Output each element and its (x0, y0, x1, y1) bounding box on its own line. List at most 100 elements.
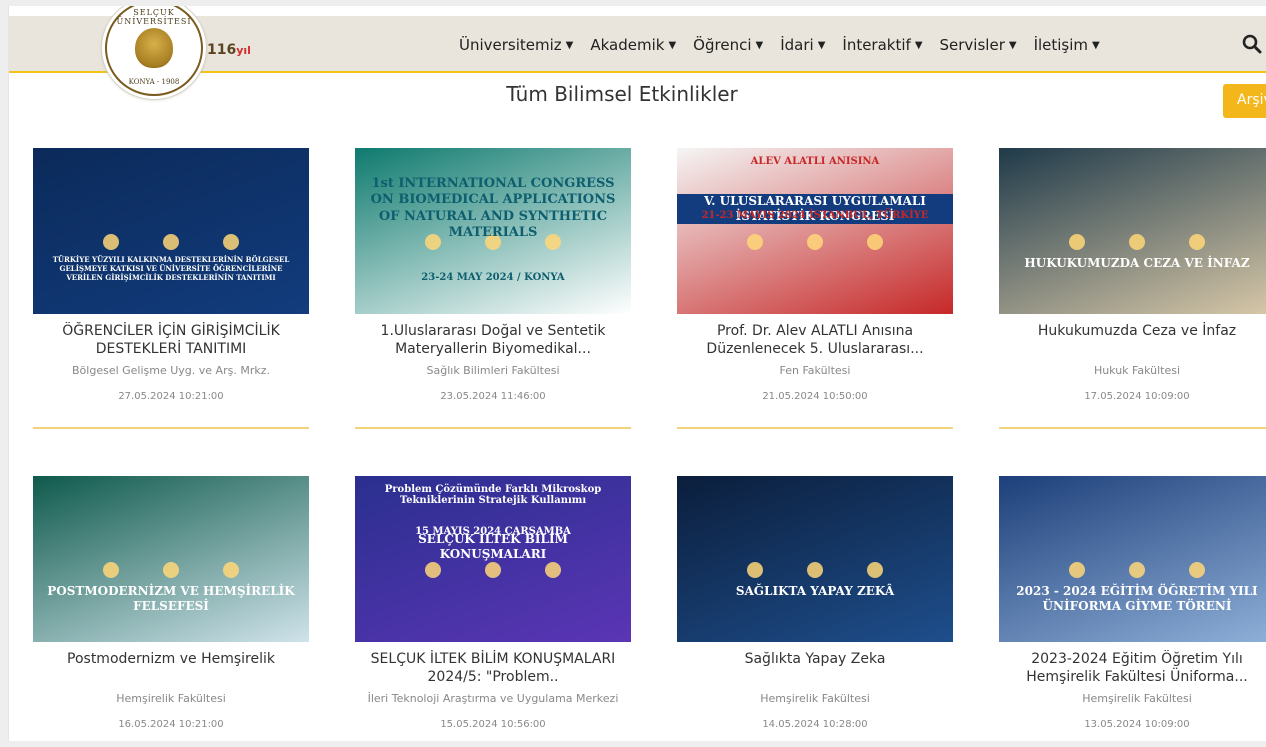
event-date: 14.05.2024 10:28:00 (762, 719, 868, 730)
event-poster[interactable]: HUKUKUMUZDA CEZA VE İNFAZ (999, 148, 1266, 314)
event-date: 23.05.2024 11:46:00 (440, 391, 546, 402)
caret-down-icon: ▼ (668, 39, 677, 51)
logo-mark (545, 562, 561, 578)
logo-mark (807, 562, 823, 578)
event-card[interactable]: 1st INTERNATIONAL CONGRESS ON BIOMEDICAL… (355, 148, 631, 404)
logo-mark (807, 234, 823, 250)
event-department: Fen Fakültesi (779, 364, 851, 377)
logo-mark (163, 562, 179, 578)
event-poster[interactable]: 1st INTERNATIONAL CONGRESS ON BIOMEDICAL… (355, 148, 631, 314)
poster-headline: POSTMODERNİZM VE HEMŞİRELİK FELSEFESİ (47, 584, 295, 613)
logo-mark (1129, 562, 1145, 578)
archive-button[interactable]: Arşiv (1223, 84, 1266, 118)
caret-down-icon: ▼ (914, 39, 923, 51)
card-divider (355, 427, 631, 429)
event-card[interactable]: Problem Çözümünde Farklı Mikroskop Tekni… (355, 476, 631, 732)
event-card[interactable]: ALEV ALATLI ANISINA V. ULUSLARARASI UYGUL… (677, 148, 953, 404)
logo-mark (747, 562, 763, 578)
nav-item-iletisim[interactable]: İletişim ▼ (1034, 36, 1100, 54)
logo-mark (1189, 562, 1205, 578)
poster-headline: TÜRKİYE YÜZYILI KALKINMA DESTEKLERİNİN B… (52, 255, 290, 282)
event-title[interactable]: Sağlıkta Yapay Zeka (677, 650, 953, 688)
card-divider (33, 427, 309, 429)
nav-label: İletişim (1033, 36, 1089, 54)
event-title[interactable]: 2023-2024 Eğitim Öğretim Yılı Hemşirelik… (999, 650, 1266, 688)
nav-label: Akademik (590, 36, 665, 54)
logo-mark (223, 562, 239, 578)
caret-down-icon: ▼ (565, 39, 574, 51)
event-title[interactable]: Postmodernizm ve Hemşirelik (33, 650, 309, 688)
logo-mark (223, 234, 239, 250)
nav-label: Servisler (939, 36, 1005, 54)
event-card[interactable]: HUKUKUMUZDA CEZA VE İNFAZ Hukukumuzda Cez… (999, 148, 1266, 404)
caret-down-icon: ▼ (1008, 39, 1017, 51)
nav-label: İnteraktif (842, 36, 911, 54)
event-card[interactable]: 2023 - 2024 EĞİTİM ÖĞRETİM YILI ÜNİFORMA… (999, 476, 1266, 732)
event-date: 17.05.2024 10:09:00 (1084, 391, 1190, 402)
poster-headline: HUKUKUMUZDA CEZA VE İNFAZ (1024, 256, 1250, 270)
card-divider (999, 427, 1266, 429)
seal-top-text: SELÇUK ÜNİVERSİTESİ (116, 8, 192, 26)
event-poster[interactable]: POSTMODERNİZM VE HEMŞİRELİK FELSEFESİ (33, 476, 309, 642)
event-poster[interactable]: TÜRKİYE YÜZYILI KALKINMA DESTEKLERİNİN B… (33, 148, 309, 314)
poster-headline: 2023 - 2024 EĞİTİM ÖĞRETİM YILI ÜNİFORMA… (1016, 584, 1258, 613)
caret-down-icon: ▼ (817, 39, 826, 51)
poster-subtext: 23-24 MAY 2024 / KONYA (421, 272, 565, 283)
eagle-emblem (135, 28, 173, 68)
poster-headline: 1st INTERNATIONAL CONGRESS ON BIOMEDICAL… (370, 176, 616, 240)
nav-item-akademik[interactable]: Akademik ▼ (590, 36, 676, 54)
logo-mark (163, 234, 179, 250)
event-title[interactable]: ÖĞRENCİLER İÇİN GİRİŞİMCİLİK DESTEKLERİ … (33, 322, 309, 360)
caret-down-icon: ▼ (1092, 39, 1100, 51)
event-poster[interactable]: ALEV ALATLI ANISINA V. ULUSLARARASI UYGUL… (677, 148, 953, 314)
logo-mark (1189, 234, 1205, 250)
poster-headline: SAĞLIKTA YAPAY ZEKÂ (735, 584, 895, 598)
event-date: 13.05.2024 10:09:00 (1084, 719, 1190, 730)
event-title[interactable]: Hukukumuzda Ceza ve İnfaz (999, 322, 1266, 360)
logo-mark (867, 234, 883, 250)
event-date: 15.05.2024 10:56:00 (440, 719, 546, 730)
nav-label: İdari (780, 36, 814, 54)
poster-top-text: Problem Çözümünde Farklı Mikroskop Tekni… (384, 484, 602, 506)
anniversary-badge: 116yıl (207, 42, 251, 58)
event-card[interactable]: SAĞLIKTA YAPAY ZEKÂ Sağlıkta Yapay Zeka He… (677, 476, 953, 732)
logo-mark (485, 562, 501, 578)
nav-item-universitemiz[interactable]: Üniversitemiz ▼ (459, 36, 573, 54)
event-department: Bölgesel Gelişme Uyg. ve Arş. Mrkz. (72, 364, 270, 377)
nav-item-servisler[interactable]: Servisler ▼ (940, 36, 1017, 54)
event-poster[interactable]: Problem Çözümünde Farklı Mikroskop Tekni… (355, 476, 631, 642)
nav-label: Öğrenci (693, 36, 752, 54)
event-card[interactable]: TÜRKİYE YÜZYILI KALKINMA DESTEKLERİNİN B… (33, 148, 309, 404)
event-department: Hukuk Fakültesi (1093, 364, 1181, 377)
nav-label: Üniversitemiz (459, 36, 562, 54)
logo-mark (103, 234, 119, 250)
event-department: İleri Teknoloji Araştırma ve Uygulama Me… (367, 692, 619, 705)
event-department: Hemşirelik Fakültesi (760, 692, 870, 705)
nav-item-interaktif[interactable]: İnteraktif ▼ (842, 36, 922, 54)
logo-mark (1069, 562, 1085, 578)
page: 116yıl Üniversitemiz ▼ Akademik ▼ Öğrenci ▼… (8, 6, 1266, 741)
event-title[interactable]: Prof. Dr. Alev ALATLI Anısına Düzenlenec… (677, 322, 953, 360)
logo-mark (747, 234, 763, 250)
page-title: Tüm Bilimsel Etkinlikler (506, 82, 738, 106)
logo-mark (867, 562, 883, 578)
main-nav: Üniversitemiz ▼ Akademik ▼ Öğrenci ▼ İdari ▼… (459, 30, 1117, 60)
nav-item-idari[interactable]: İdari ▼ (780, 36, 825, 54)
event-date: 27.05.2024 10:21:00 (118, 391, 224, 402)
event-poster[interactable]: SAĞLIKTA YAPAY ZEKÂ (677, 476, 953, 642)
logo-mark (1069, 234, 1085, 250)
poster-subtext: 15 MAYIS 2024 ÇARŞAMBA (415, 526, 571, 537)
search-icon[interactable] (1242, 34, 1262, 54)
browser-frame: 116yıl Üniversitemiz ▼ Akademik ▼ Öğrenci ▼… (0, 0, 1266, 747)
event-poster[interactable]: 2023 - 2024 EĞİTİM ÖĞRETİM YILI ÜNİFORMA… (999, 476, 1266, 642)
event-department: Hemşirelik Fakültesi (116, 692, 226, 705)
nav-item-ogrenci[interactable]: Öğrenci ▼ (693, 36, 763, 54)
event-title[interactable]: SELÇUK İLTEK BİLİM KONUŞMALARI 2024/5: "… (355, 650, 631, 688)
event-department: Sağlık Bilimleri Fakültesi (426, 364, 560, 377)
event-date: 21.05.2024 10:50:00 (762, 391, 868, 402)
event-card[interactable]: POSTMODERNİZM VE HEMŞİRELİK FELSEFESİ Pos… (33, 476, 309, 732)
event-title[interactable]: 1.Uluslararası Doğal ve Sentetik Materya… (355, 322, 631, 360)
caret-down-icon: ▼ (755, 39, 764, 51)
poster-top-text: ALEV ALATLI ANISINA (750, 156, 880, 167)
event-department: Hemşirelik Fakültesi (1082, 692, 1192, 705)
